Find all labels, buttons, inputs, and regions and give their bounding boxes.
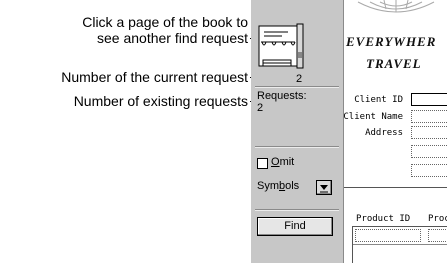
omit-checkbox[interactable] <box>257 158 268 169</box>
separator <box>255 209 339 211</box>
address-field-line1[interactable] <box>411 126 447 139</box>
client-id-label: Client ID <box>354 95 403 105</box>
separator <box>255 86 339 88</box>
symbols-label-post: ols <box>285 180 300 192</box>
table-row-rule <box>352 244 447 245</box>
client-name-label: Client Name <box>344 112 403 122</box>
company-name-line1: EVERYWHER <box>346 34 437 49</box>
book-icon[interactable] <box>258 22 304 72</box>
requests-count: 2 <box>257 102 264 114</box>
callout-existing-requests: Number of existing requests <box>73 93 248 109</box>
find-button[interactable]: Find <box>257 217 333 236</box>
symbols-dropdown-button[interactable] <box>316 180 332 195</box>
callout-page-click-line2: see another find request <box>97 30 248 46</box>
omit-label[interactable]: Omit <box>271 156 294 168</box>
product-id-cell[interactable] <box>355 229 421 242</box>
address-field-line3[interactable] <box>411 164 447 177</box>
address-label: Address <box>365 128 403 138</box>
product-id-header: Product ID <box>356 214 411 224</box>
company-name-line2: TRAVEL <box>366 56 422 71</box>
table-top-rule <box>352 226 447 227</box>
separator <box>255 146 339 148</box>
globe-icon <box>357 0 435 13</box>
section-divider <box>344 187 447 188</box>
table-left-rule <box>352 226 353 263</box>
callout-current-request: Number of the current request <box>61 69 248 85</box>
requests-label: Requests: <box>257 90 307 102</box>
address-field-line2[interactable] <box>411 145 447 158</box>
callout-page-click-line1: Click a page of the book to <box>82 14 248 30</box>
omit-label-rest: mit <box>279 156 295 168</box>
callout-page-click: Click a page of the book to see another … <box>82 14 248 46</box>
omit-mnemonic: O <box>271 156 280 168</box>
status-area: 2 Requests: 2 Omit Symbols Find <box>251 0 344 263</box>
symbols-label[interactable]: Symbols <box>257 180 299 192</box>
product-col2-header: Proc <box>428 214 447 224</box>
layout-area: EVERYWHER TRAVEL Client ID Client Name A… <box>344 0 447 263</box>
product-col2-cell[interactable] <box>428 229 447 242</box>
chevron-down-icon <box>320 185 328 193</box>
client-name-field[interactable] <box>411 110 447 123</box>
client-id-field[interactable] <box>411 93 447 106</box>
current-request-number: 2 <box>296 73 303 85</box>
symbols-label-pre: Sym <box>257 180 279 192</box>
